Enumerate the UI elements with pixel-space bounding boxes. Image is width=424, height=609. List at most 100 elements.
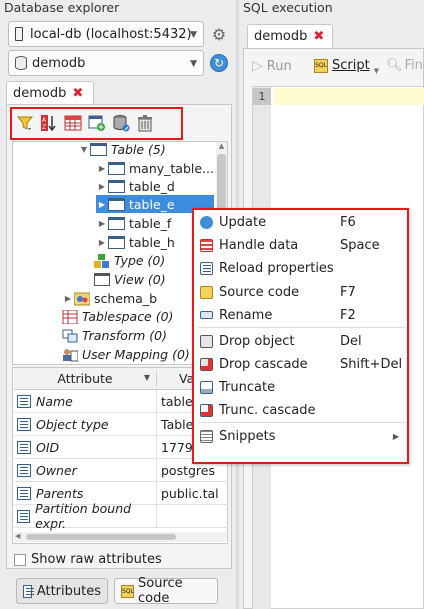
- tree-folder-type[interactable]: Type (0): [94, 251, 165, 269]
- tree-item-table[interactable]: ▶ table_d: [96, 177, 175, 195]
- menu-label: Update: [219, 214, 267, 230]
- database-select[interactable]: demodb ▼: [8, 50, 204, 76]
- attributes-hscrollbar[interactable]: ◀: [14, 532, 226, 542]
- hscroll-thumb[interactable]: [26, 534, 176, 540]
- menu-item-truncate[interactable]: Truncate: [200, 376, 403, 398]
- menu-item-handle-data[interactable]: Handle data Space: [200, 234, 403, 256]
- attribute-column-header[interactable]: Attribute ▼: [14, 371, 157, 386]
- sql-script-icon: SQL: [314, 58, 328, 73]
- close-icon[interactable]: ✖: [72, 86, 83, 101]
- line-number: 1: [253, 88, 271, 105]
- menu-label: Truncate: [219, 379, 276, 395]
- close-icon[interactable]: ✖: [313, 29, 324, 44]
- tree-label: table_h: [129, 234, 175, 250]
- trunc-cascade-icon: [200, 403, 213, 417]
- menu-shortcut: Shift+Del: [340, 356, 403, 372]
- scroll-up-icon[interactable]: ▲: [216, 142, 227, 150]
- table-row[interactable]: Partition bound expr.: [14, 501, 228, 531]
- value-column-header[interactable]: Va: [157, 371, 194, 386]
- menu-label: Snippets: [219, 428, 276, 444]
- search-icon: 🔍︎: [386, 58, 403, 73]
- filter-icon[interactable]: [16, 114, 34, 132]
- run-label: Run: [266, 58, 292, 74]
- attributes-tab-button[interactable]: Attributes: [16, 578, 108, 604]
- tree-folder-transform[interactable]: Transform (0): [62, 326, 167, 344]
- menu-item-update[interactable]: Update F6: [200, 211, 403, 233]
- collapsed-arrow-icon[interactable]: ▶: [96, 182, 108, 191]
- add-table-icon[interactable]: [88, 114, 106, 132]
- current-line-highlight: [274, 88, 424, 105]
- collapsed-arrow-icon[interactable]: ▶: [62, 294, 74, 303]
- script-button[interactable]: SQL Script ▼: [314, 58, 379, 75]
- tree-item-table[interactable]: ▶ many_table...: [96, 159, 214, 177]
- explorer-tab[interactable]: demodb ✖: [6, 81, 94, 105]
- property-icon: [17, 440, 31, 454]
- collapsed-arrow-icon[interactable]: ▶: [96, 164, 108, 173]
- tree-item-table[interactable]: ▶ table_f: [96, 214, 171, 232]
- refresh-database-button[interactable]: ↻: [206, 50, 232, 76]
- tree-folder-view[interactable]: View (0): [94, 270, 166, 288]
- tree-item-schema[interactable]: ▶ schema_b: [62, 289, 157, 307]
- show-raw-attributes[interactable]: Show raw attributes: [14, 552, 162, 567]
- menu-label: Reload properties: [219, 260, 334, 276]
- menu-item-source-code[interactable]: Source code F7: [200, 281, 403, 303]
- menu-label: Handle data: [219, 237, 299, 253]
- collapsed-arrow-icon[interactable]: ▶: [96, 238, 108, 247]
- menu-item-rename[interactable]: Rename F2: [200, 304, 403, 326]
- property-icon: [17, 463, 31, 477]
- database-icon: [15, 56, 27, 70]
- tree-folder-tablespace[interactable]: Tablespace (0): [62, 307, 173, 325]
- database-action-icon[interactable]: [112, 114, 130, 132]
- find-label: Find: [404, 58, 424, 73]
- grid-data-icon[interactable]: [64, 114, 82, 132]
- menu-item-trunc-cascade[interactable]: Trunc. cascade: [200, 399, 403, 421]
- attribute-value: postgres: [161, 462, 215, 478]
- attribute-name: Object type: [36, 416, 109, 432]
- svg-text:Z: Z: [42, 124, 46, 131]
- refresh-icon: [200, 215, 213, 229]
- menu-label: Drop object: [219, 333, 295, 349]
- sql-icon: [200, 285, 213, 299]
- sort-icon[interactable]: AZ: [40, 114, 58, 132]
- trash-icon[interactable]: [136, 114, 154, 132]
- sort-down-icon[interactable]: ▼: [144, 373, 150, 382]
- sql-tab[interactable]: demodb ✖: [247, 24, 333, 48]
- tree-label: table_f: [129, 215, 172, 231]
- find-button[interactable]: 🔍︎ Find: [386, 58, 424, 73]
- type-icon: [94, 253, 110, 268]
- schema-icon: [73, 292, 91, 305]
- scroll-left-icon[interactable]: ◀: [15, 532, 20, 540]
- collapsed-arrow-icon[interactable]: ▶: [96, 219, 108, 228]
- menu-item-snippets[interactable]: Snippets ▶: [200, 425, 403, 447]
- menu-item-reload-properties[interactable]: Reload properties: [200, 257, 403, 279]
- database-label: demodb: [32, 55, 86, 71]
- menu-label: Rename: [219, 307, 273, 323]
- tree-folder-user-mapping[interactable]: User Mapping (0): [62, 345, 190, 363]
- connection-select[interactable]: local-db (localhost:5432) ▼: [8, 21, 204, 47]
- menu-label: Trunc. cascade: [219, 402, 316, 418]
- refresh-icon: ↻: [210, 54, 228, 72]
- connection-settings-button[interactable]: ⚙: [206, 21, 232, 47]
- sql-tab-label: demodb: [254, 29, 308, 44]
- menu-item-drop-object[interactable]: Drop object Del: [200, 330, 403, 352]
- menu-item-drop-cascade[interactable]: Drop cascade Shift+Del: [200, 353, 403, 375]
- checkbox-unchecked[interactable]: [14, 553, 26, 566]
- tree-item-table[interactable]: ▶ table_h: [96, 233, 175, 251]
- menu-separator: [198, 327, 405, 328]
- source-code-tab-button[interactable]: SQL Source code: [114, 576, 218, 606]
- attributes-icon: [23, 584, 34, 598]
- expanded-arrow-icon[interactable]: ▼: [78, 145, 90, 154]
- menu-shortcut: F2: [340, 307, 356, 323]
- run-button[interactable]: ▷ Run: [252, 58, 292, 74]
- menu-label: Drop cascade: [219, 356, 308, 372]
- property-icon: [17, 486, 31, 500]
- attribute-name: Partition bound expr.: [35, 501, 132, 531]
- collapsed-arrow-icon[interactable]: ▶: [96, 200, 108, 209]
- grid-icon: [200, 238, 213, 252]
- tree-folder-table[interactable]: ▼ Table (5): [78, 140, 166, 158]
- chevron-down-icon[interactable]: ▼: [374, 67, 379, 75]
- snippets-icon: [200, 429, 213, 443]
- chevron-down-icon: ▼: [190, 30, 197, 40]
- chevron-down-icon: ▼: [190, 59, 197, 69]
- table-icon: [108, 235, 125, 249]
